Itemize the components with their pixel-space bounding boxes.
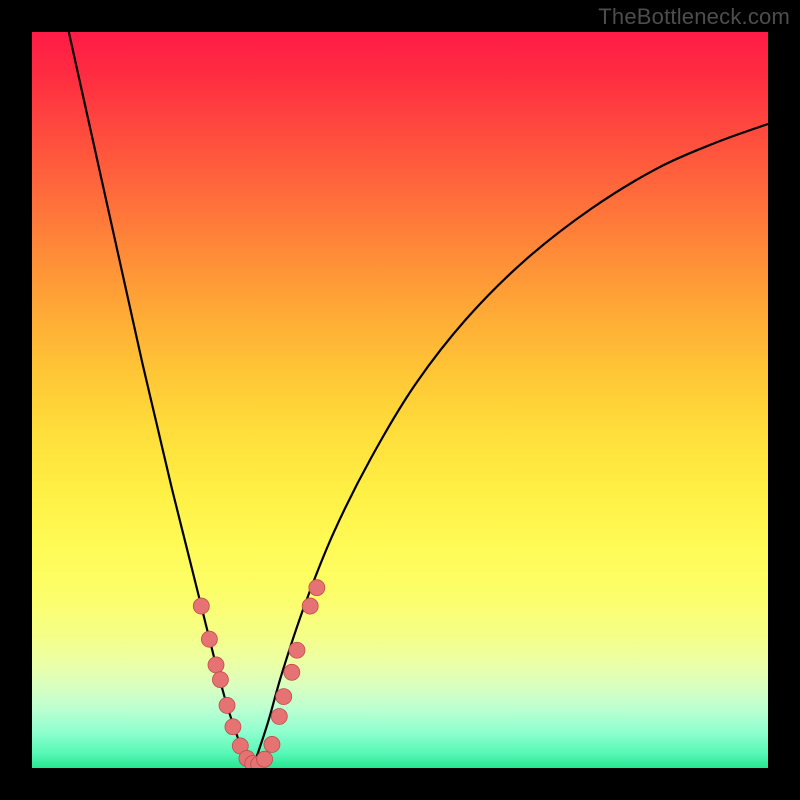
scatter-dot (219, 697, 235, 713)
plot-area (32, 32, 768, 768)
scatter-dot (257, 751, 273, 767)
scatter-dot (264, 736, 280, 752)
scatter-dot (193, 598, 209, 614)
scatter-dot (208, 657, 224, 673)
chart-svg (32, 32, 768, 768)
curve-right-branch (253, 124, 768, 768)
scatter-dot (289, 642, 305, 658)
scatter-dot (284, 664, 300, 680)
scatter-dot (309, 580, 325, 596)
scatter-dot (276, 689, 292, 705)
outer-frame: TheBottleneck.com (0, 0, 800, 800)
scatter-dot (302, 598, 318, 614)
scatter-dot (225, 719, 241, 735)
curve-left-branch (69, 32, 253, 768)
scatter-dot (212, 672, 228, 688)
scatter-dot (201, 631, 217, 647)
scatter-dot (271, 708, 287, 724)
scatter-dots-group (193, 580, 325, 768)
watermark-text: TheBottleneck.com (598, 4, 790, 30)
